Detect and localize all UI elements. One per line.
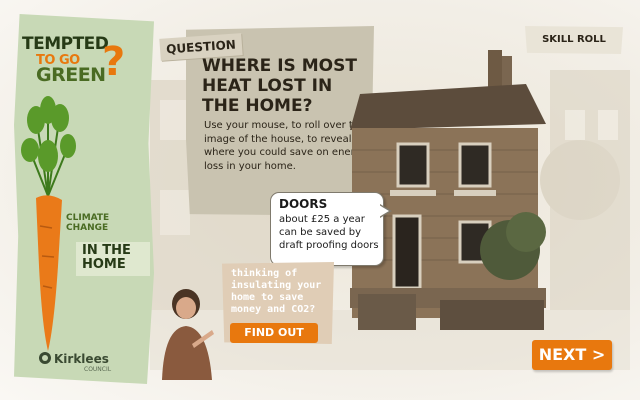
tooltip-title: DOORS	[279, 197, 328, 211]
in-the-home-badge: IN THE HOME	[76, 242, 150, 276]
find-out-label: FIND OUT	[244, 326, 304, 339]
in-the-home-label: IN THE HOME	[82, 243, 131, 272]
find-out-button[interactable]: FIND OUT	[230, 323, 318, 343]
kirklees-logo-text: Kirklees	[54, 352, 109, 366]
next-button[interactable]: NEXT >	[532, 340, 612, 370]
brand-question-mark: ?	[102, 39, 125, 85]
brand-tempted: TEMPTED	[22, 34, 109, 54]
next-label: NEXT >	[538, 345, 606, 364]
insulation-promo-text: thinking of insulating your home to save…	[231, 268, 322, 315]
question-title: WHERE IS MOST HEAT LOST IN THE HOME?	[202, 56, 357, 117]
kirklees-council-text: COUNCIL	[84, 366, 112, 373]
presenter-woman-image	[162, 289, 214, 380]
tooltip-body: about £25 a year can be saved by draft p…	[279, 214, 379, 251]
kirklees-logo-icon	[39, 352, 51, 364]
climate-change-label: CLIMATE CHANGE	[66, 213, 110, 233]
brand-green: GREEN	[36, 64, 106, 86]
game-stage: TEMPTED TO GO GREEN ? CLIMATE CHANGE IN …	[0, 0, 640, 400]
